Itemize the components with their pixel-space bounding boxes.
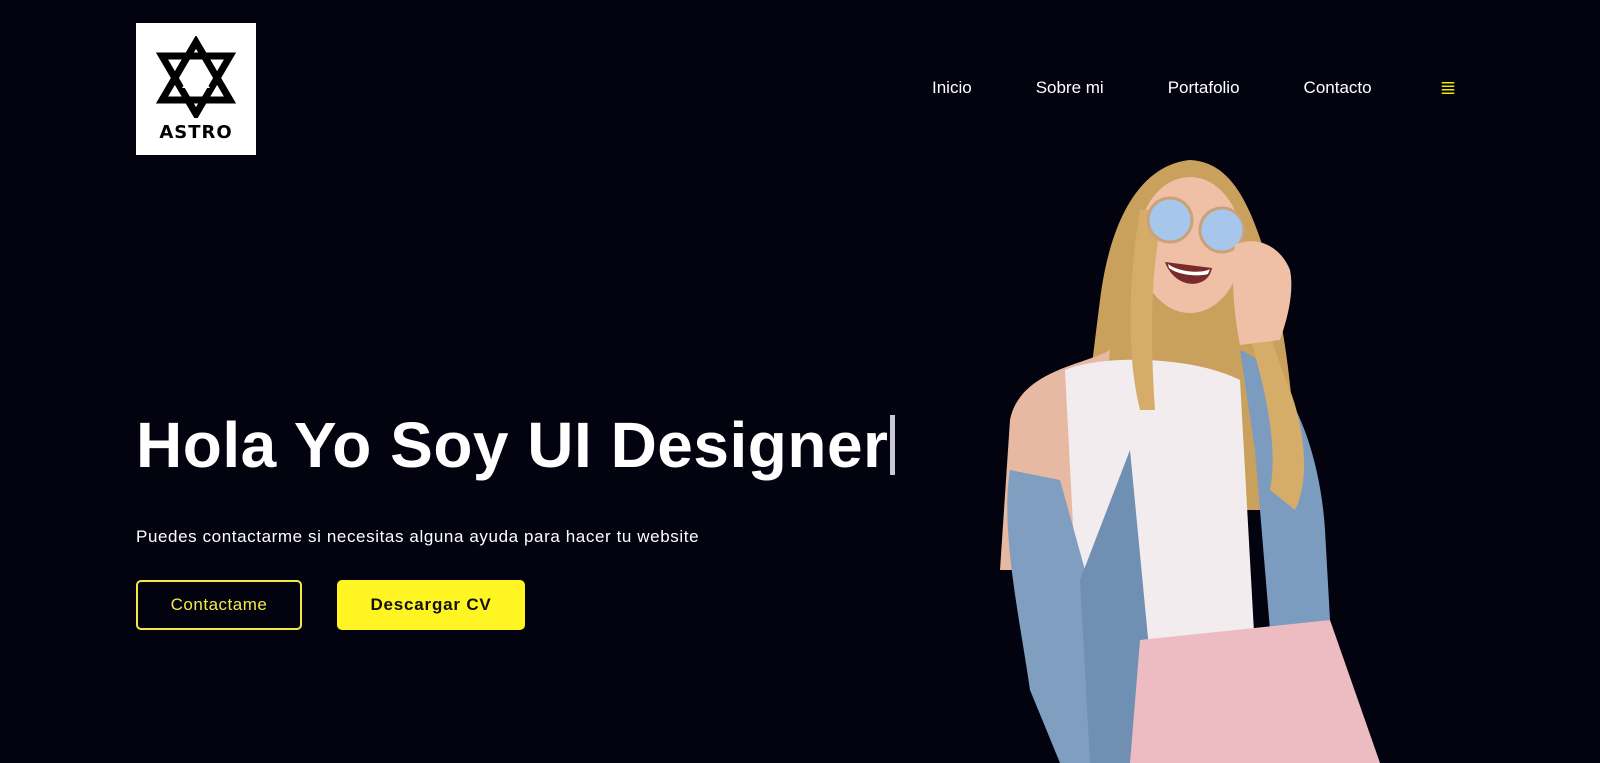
typing-cursor: [890, 415, 896, 475]
hero-photo: [1000, 160, 1380, 763]
main-nav: Inicio Sobre mi Portafolio Contacto ≣: [932, 78, 1456, 98]
logo-text: ASTRO: [159, 121, 233, 143]
landing-page: ASTRO Inicio Sobre mi Portafolio Contact…: [0, 0, 1600, 763]
download-cv-button[interactable]: Descargar CV: [337, 580, 525, 630]
contact-button[interactable]: Contactame: [136, 580, 302, 630]
hero-title: Hola Yo Soy UI Designer: [136, 408, 896, 482]
star-logo-icon: [155, 35, 237, 118]
hamburger-menu-icon[interactable]: ≣: [1440, 78, 1457, 98]
hero-subtitle: Puedes contactarme si necesitas alguna a…: [136, 527, 700, 546]
brand-logo[interactable]: ASTRO: [136, 23, 256, 155]
hero-title-text: Hola Yo Soy UI Designer: [136, 409, 889, 481]
nav-link-inicio[interactable]: Inicio: [932, 78, 972, 98]
nav-link-contacto[interactable]: Contacto: [1304, 78, 1372, 98]
nav-link-sobre-mi[interactable]: Sobre mi: [1036, 78, 1104, 98]
nav-link-portafolio[interactable]: Portafolio: [1168, 78, 1240, 98]
